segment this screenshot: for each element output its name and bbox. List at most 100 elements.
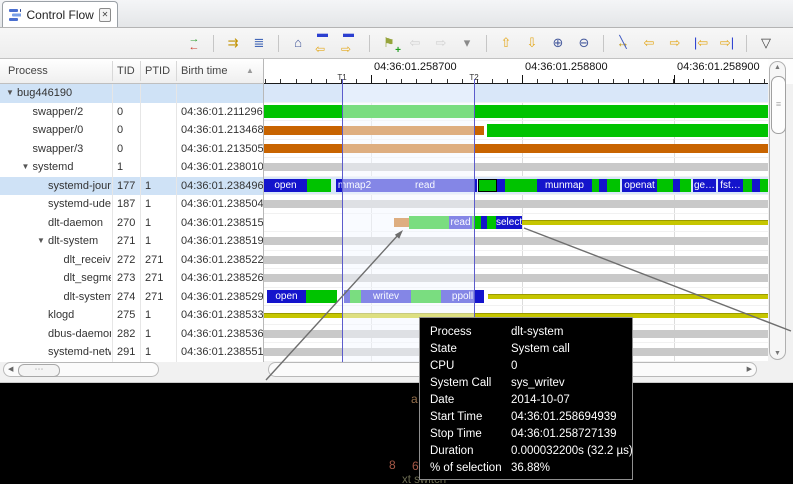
state-segment[interactable] [592,179,599,192]
time-graph-row[interactable] [264,195,768,214]
state-segment-fst[interactable]: fst… [718,179,743,192]
state-segment[interactable] [478,179,497,192]
state-segment[interactable] [680,179,691,192]
time-graph-row[interactable] [264,121,768,140]
state-segment[interactable] [264,256,768,264]
state-segment[interactable] [752,179,760,192]
tree-row[interactable]: ▼dlt-system271104:36:01.238519239 [0,232,263,251]
column-divider[interactable] [112,61,113,81]
time-graph-row[interactable] [264,251,768,270]
column-header-birth-time[interactable]: Birth time [181,59,227,83]
state-segment[interactable] [673,179,680,192]
tree-row[interactable]: ▼bug446190 [0,84,263,103]
state-segment-open[interactable]: open [264,179,307,192]
state-segment[interactable] [487,124,768,137]
state-segment[interactable] [505,179,537,192]
tree-row[interactable]: systemd-journal177104:36:01.238496539 [0,177,263,196]
column-divider[interactable] [176,61,177,81]
column-header-process[interactable]: Process [8,59,48,83]
tree-row[interactable]: dlt-system27427104:36:01.238529439 [0,288,263,307]
zoom-out-icon[interactable]: ⊖ [574,33,594,53]
column-header-tid[interactable]: TID [117,59,135,83]
state-segment[interactable] [264,200,768,208]
state-segment[interactable] [264,237,768,245]
scroll-left-icon[interactable]: ◀ [8,363,13,376]
time-graph-row[interactable] [264,158,768,177]
column-divider[interactable] [140,61,141,81]
follow-thread-icon[interactable]: ⇉ [223,33,243,53]
state-segment[interactable] [607,179,620,192]
state-segment[interactable] [522,220,768,225]
expand-arrow-icon[interactable]: ▼ [37,232,45,251]
tab-control-flow[interactable]: Control Flow ✕ [2,1,118,27]
tab-close-icon[interactable]: ✕ [99,8,111,22]
scroll-down-icon[interactable]: ▼ [770,350,785,357]
time-graph-row[interactable]: openmmap2readmunmapopenatge…fst… [264,177,768,196]
time-graph-row[interactable] [264,84,768,103]
time-graph-row[interactable]: readselect [264,214,768,233]
tree-row[interactable]: systemd-udevd187104:36:01.238504039 [0,195,263,214]
tree-row[interactable]: klogd275104:36:01.238533139 [0,306,263,325]
time-graph-row[interactable] [264,140,768,159]
home-reset-zoom-icon[interactable]: ⌂ [288,33,308,53]
tree-hscroll-thumb[interactable]: ⋯ [18,364,60,377]
tree-row[interactable]: ▼systemd104:36:01.238010139 [0,158,263,177]
tree-row[interactable]: swapper/0004:36:01.213468939 [0,121,263,140]
align-views-icon[interactable]: →← [184,33,204,53]
vscroll-thumb[interactable]: ≡ [771,76,786,134]
state-segment-munmap[interactable]: munmap [537,179,592,192]
state-segment[interactable] [264,274,768,282]
select-next-state-change-icon[interactable]: ▬⇨ [340,33,360,53]
expand-arrow-icon[interactable]: ▼ [6,84,14,103]
state-segment-open[interactable]: open [267,290,306,303]
next-page-icon[interactable]: ⇨| [717,33,737,53]
scroll-up-icon[interactable]: ▲ [770,64,785,71]
next-event-icon[interactable]: ⇨ [665,33,685,53]
tooltip-row: Date2014-10-07 [430,392,632,409]
time-graph-row[interactable]: openwritevppoll [264,288,768,307]
timeline-header[interactable]: 04:36:01.25870004:36:01.25880004:36:01.2… [264,59,768,84]
scroll-right-icon[interactable]: ▶ [747,363,752,376]
add-bookmark-icon[interactable]: ⚑+ [379,33,399,53]
state-segment[interactable] [743,179,752,192]
tree-row[interactable]: dbus-daemon282104:36:01.238536639 [0,325,263,344]
time-graph-row[interactable] [264,103,768,122]
expand-arrow-icon[interactable]: ▼ [22,158,30,177]
tree-row[interactable]: dlt_receiver27227104:36:01.238522639 [0,251,263,270]
vertical-scrollbar[interactable]: ▲ ≡ ▼ [769,61,786,360]
tree-horizontal-scrollbar[interactable]: ◀ ⋯ [3,362,159,377]
view-menu-icon[interactable]: ▽ [756,33,776,53]
state-segment[interactable] [657,179,673,192]
move-up-icon[interactable]: ⇧ [496,33,516,53]
state-segment[interactable] [264,163,768,171]
tree-row[interactable]: swapper/3004:36:01.213505539 [0,140,263,159]
tree-row[interactable]: systemd-network291104:36:01.238551839 [0,343,263,362]
state-segment[interactable] [487,216,496,229]
state-segment-select[interactable]: select [496,216,522,229]
hide-arrows-icon[interactable]: ↔╲ [613,33,633,53]
select-prev-state-change-icon[interactable]: ▬⇦ [314,33,334,53]
state-segment-ge[interactable]: ge… [693,179,716,192]
time-graph-row[interactable] [264,232,768,251]
prev-event-icon[interactable]: ⇦ [639,33,659,53]
state-segment[interactable] [488,294,768,299]
time-graph-row[interactable] [264,269,768,288]
sort-indicator-icon[interactable]: ▲ [246,59,254,83]
tree-row[interactable]: swapper/2004:36:01.211296639 [0,103,263,122]
state-segment[interactable] [264,105,768,118]
prev-page-icon[interactable]: |⇦ [691,33,711,53]
zoom-in-icon[interactable]: ⊕ [548,33,568,53]
marker-menu-icon[interactable]: ▾ [457,33,477,53]
state-segment-openat[interactable]: openat [622,179,657,192]
state-segment[interactable] [599,179,607,192]
state-segment[interactable] [306,290,337,303]
state-segment[interactable] [497,179,505,192]
column-header-ptid[interactable]: PTID [145,59,170,83]
state-segment[interactable] [760,179,768,192]
tree-row[interactable]: dlt_segmented27327104:36:01.238526339 [0,269,263,288]
tree-row[interactable]: dlt-daemon270104:36:01.238515639 [0,214,263,233]
state-segment[interactable] [307,179,331,192]
show-legend-icon[interactable]: ≣ [249,33,269,53]
state-segment[interactable] [264,144,768,153]
move-down-icon[interactable]: ⇩ [522,33,542,53]
